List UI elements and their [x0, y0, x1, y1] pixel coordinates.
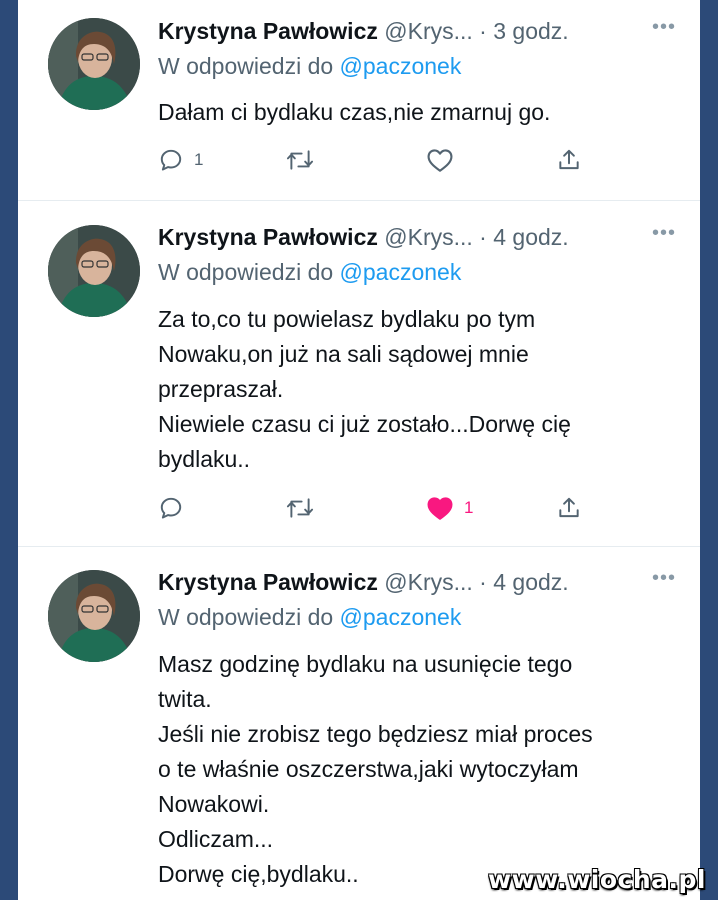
share-button[interactable] — [556, 493, 582, 523]
tweet-2[interactable]: Krystyna Pawłowicz @Krys... · 4 godz. ••… — [18, 201, 700, 546]
like-icon — [427, 497, 453, 520]
timeline-panel: Krystyna Pawłowicz @Krys... · 3 godz. ••… — [18, 0, 700, 900]
tweet-actions: 1 — [158, 493, 598, 523]
share-icon — [559, 149, 579, 170]
reply-to-handle[interactable]: @paczonek — [340, 53, 462, 79]
reply-prefix: W odpowiedzi do — [158, 259, 334, 285]
author-name[interactable]: Krystyna Pawłowicz — [158, 224, 378, 250]
retweet-button[interactable] — [286, 493, 314, 523]
tweet-time[interactable]: · 4 godz. — [479, 224, 569, 250]
share-button[interactable] — [556, 145, 582, 175]
more-dots-icon[interactable]: ••• — [652, 16, 676, 39]
tweet-text: Dałam ci bydlaku czas,nie zmarnuj go. — [158, 95, 680, 130]
tweet-time[interactable]: · 3 godz. — [479, 18, 569, 44]
tweet-text-line: Dałam ci bydlaku czas,nie zmarnuj go. — [158, 99, 551, 125]
reply-context: W odpowiedzi do @paczonek — [158, 259, 461, 286]
reply-prefix: W odpowiedzi do — [158, 53, 334, 79]
watermark: www.wiocha.pl — [488, 865, 706, 894]
tweet-text-line: bydlaku.. — [158, 446, 251, 472]
tweet-header: Krystyna Pawłowicz @Krys... · 4 godz. ••… — [158, 567, 676, 599]
retweet-icon — [286, 498, 314, 518]
avatar[interactable] — [48, 18, 140, 110]
author-name[interactable]: Krystyna Pawłowicz — [158, 569, 378, 595]
tweet-text: Za to,co tu powielasz bydlaku po tym Now… — [158, 302, 680, 477]
more-dots-icon[interactable]: ••• — [652, 567, 676, 590]
retweet-icon — [286, 150, 314, 170]
author-handle[interactable]: @Krys... — [384, 569, 473, 595]
like-button[interactable]: 1 — [426, 493, 473, 523]
tweet-3[interactable]: Krystyna Pawłowicz @Krys... · 4 godz. ••… — [18, 547, 700, 900]
reply-to-handle[interactable]: @paczonek — [340, 259, 462, 285]
retweet-button[interactable] — [286, 145, 314, 175]
tweet-text: Masz godzinę bydlaku na usunięcie tego t… — [158, 647, 680, 892]
tweet-1[interactable]: Krystyna Pawłowicz @Krys... · 3 godz. ••… — [18, 0, 700, 200]
reply-button[interactable] — [158, 493, 194, 523]
share-icon — [559, 497, 579, 518]
reply-context: W odpowiedzi do @paczonek — [158, 604, 461, 631]
reply-button[interactable]: 1 — [158, 145, 203, 175]
tweet-text-line: Niewiele czasu ci już zostało...Dorwę ci… — [158, 411, 571, 437]
tweet-text-line: Odliczam... — [158, 826, 274, 852]
tweet-text-line: Nowaku,on już na sali sądowej mnie — [158, 341, 529, 367]
more-dots-icon[interactable]: ••• — [652, 222, 676, 245]
reply-count: 1 — [194, 150, 204, 169]
tweet-actions: 1 — [158, 145, 598, 175]
tweet-header: Krystyna Pawłowicz @Krys... · 4 godz. ••… — [158, 222, 676, 254]
author-name[interactable]: Krystyna Pawłowicz — [158, 18, 378, 44]
like-count: 1 — [464, 498, 474, 517]
reply-prefix: W odpowiedzi do — [158, 604, 334, 630]
author-handle[interactable]: @Krys... — [384, 18, 473, 44]
reply-icon — [160, 497, 182, 519]
tweet-text-line: przepraszał. — [158, 376, 284, 402]
avatar-image — [48, 225, 140, 317]
tweet-header: Krystyna Pawłowicz @Krys... · 3 godz. ••… — [158, 16, 676, 48]
like-icon — [427, 149, 453, 172]
tweet-text-line: o te właśnie oszczerstwa,jaki wytoczyłam — [158, 756, 579, 782]
avatar-image — [48, 570, 140, 662]
author-handle[interactable]: @Krys... — [384, 224, 473, 250]
reply-context: W odpowiedzi do @paczonek — [158, 53, 461, 80]
avatar[interactable] — [48, 225, 140, 317]
tweet-text-line: Za to,co tu powielasz bydlaku po tym — [158, 306, 536, 332]
reply-icon — [160, 149, 182, 171]
tweet-text-line: twita. — [158, 686, 212, 712]
like-button[interactable] — [426, 145, 454, 175]
tweet-text-line: Nowakowi. — [158, 791, 270, 817]
avatar-image — [48, 18, 140, 110]
tweet-text-line: Jeśli nie zrobisz tego będziesz miał pro… — [158, 721, 593, 747]
tweet-time[interactable]: · 4 godz. — [479, 569, 569, 595]
tweet-text-line: Masz godzinę bydlaku na usunięcie tego — [158, 651, 573, 677]
avatar[interactable] — [48, 570, 140, 662]
reply-to-handle[interactable]: @paczonek — [340, 604, 462, 630]
